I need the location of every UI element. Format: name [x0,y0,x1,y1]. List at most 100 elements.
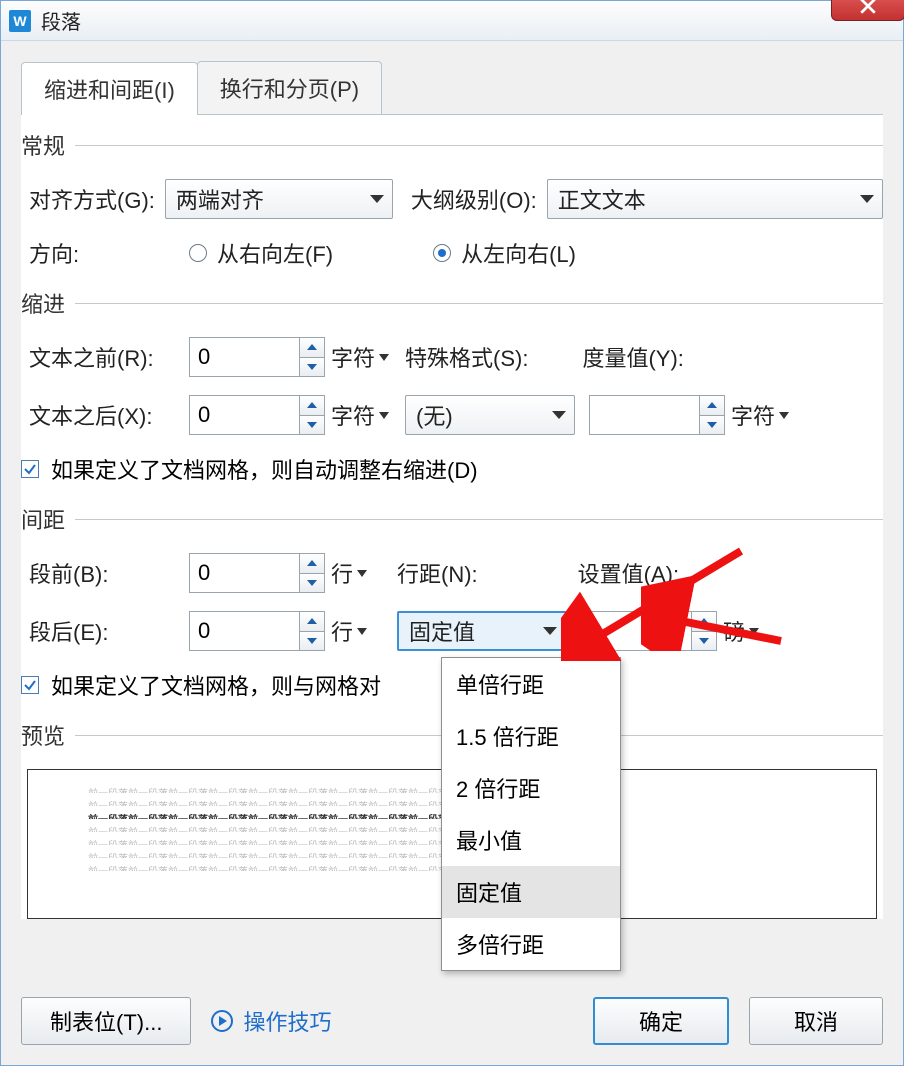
unit-line[interactable]: 行 [331,557,367,589]
chevron-down-icon [749,628,759,635]
indent-before-input[interactable] [189,337,299,377]
set-value-spinner[interactable] [581,611,717,651]
alignment-select[interactable]: 两端对齐 [165,179,393,219]
spin-up[interactable] [692,612,716,632]
radio-rtl[interactable]: 从右向左(F) [189,237,333,269]
measure-input[interactable] [589,395,699,435]
cancel-button[interactable]: 取消 [749,997,883,1045]
measure-spinner[interactable] [589,395,725,435]
legend-general: 常规 [21,129,883,161]
radio-icon [433,244,451,262]
ok-button[interactable]: 确定 [593,997,729,1045]
spacing-after-spinner[interactable] [189,611,325,651]
spin-up[interactable] [300,612,324,632]
window-title: 段落 [41,6,81,35]
indent-after-spinner[interactable] [189,395,325,435]
paragraph-dialog: W 段落 缩进和间距(I) 换行和分页(P) 常规 对齐方式(G): 两端对齐 [0,0,904,1066]
indent-before-spinner[interactable] [189,337,325,377]
line-spacing-select[interactable]: 固定值 [397,611,567,651]
tab-indent-spacing[interactable]: 缩进和间距(I) [21,62,198,115]
tab-page-break[interactable]: 换行和分页(P) [197,61,382,114]
unit-char[interactable]: 字符 [331,399,389,431]
chevron-down-icon [357,570,367,577]
special-select[interactable]: (无) [405,395,575,435]
check-snap-grid-label: 如果定义了文档网格，则与网格对 [51,669,381,701]
spin-down[interactable] [300,416,324,435]
spin-down[interactable] [700,416,724,435]
tips-link[interactable]: 操作技巧 [211,1005,331,1037]
spin-up[interactable] [300,554,324,574]
measure-label: 度量值(Y): [582,341,683,373]
alignment-value: 两端对齐 [176,183,264,215]
dropdown-option[interactable]: 2 倍行距 [442,762,620,814]
app-icon: W [9,10,31,32]
spin-down[interactable] [300,574,324,593]
legend-spacing: 间距 [21,503,883,535]
spin-down[interactable] [300,358,324,377]
check-auto-adjust[interactable]: 如果定义了文档网格，则自动调整右缩进(D) [21,453,883,485]
dropdown-option-selected[interactable]: 固定值 [442,866,620,918]
outline-value: 正文文本 [558,183,646,215]
spacing-after-label: 段后(E): [29,615,179,647]
indent-before-label: 文本之前(R): [29,341,179,373]
legend-indent: 缩进 [21,287,883,319]
titlebar: W 段落 [1,1,903,41]
tabs-button[interactable]: 制表位(T)... [21,997,191,1045]
alignment-label: 对齐方式(G): [29,183,155,215]
spin-down[interactable] [300,632,324,651]
outline-label: 大纲级别(O): [411,183,537,215]
special-value: (无) [416,399,453,431]
indent-after-input[interactable] [189,395,299,435]
radio-icon [189,244,207,262]
line-spacing-label: 行距(N): [397,557,478,589]
spacing-before-input[interactable] [189,553,299,593]
chevron-down-icon [379,412,389,419]
chevron-down-icon [357,628,367,635]
group-indent: 缩进 文本之前(R): 字符 特殊格式(S): 度量值(Y): 文本之后(X): [21,287,883,485]
legend-indent-text: 缩进 [21,287,65,319]
check-auto-adjust-label: 如果定义了文档网格，则自动调整右缩进(D) [51,453,478,485]
radio-ltr-label: 从左向右(L) [461,237,576,269]
spin-down[interactable] [692,632,716,651]
chevron-down-icon [779,412,789,419]
spin-up[interactable] [300,338,324,358]
chevron-down-icon [543,627,557,635]
spin-up[interactable] [700,396,724,416]
outline-select[interactable]: 正文文本 [547,179,883,219]
set-value-input[interactable] [581,611,691,651]
play-circle-icon [211,1010,233,1032]
chevron-down-icon [860,195,874,203]
unit-pt[interactable]: 磅 [723,615,759,647]
spin-up[interactable] [300,396,324,416]
legend-general-text: 常规 [21,129,65,161]
unit-char[interactable]: 字符 [731,399,789,431]
legend-spacing-text: 间距 [21,503,65,535]
radio-ltr[interactable]: 从左向右(L) [433,237,576,269]
close-icon [859,0,877,15]
line-spacing-dropdown[interactable]: 单倍行距 1.5 倍行距 2 倍行距 最小值 固定值 多倍行距 [441,657,621,971]
chevron-down-icon [552,411,566,419]
chevron-down-icon [379,354,389,361]
dropdown-option[interactable]: 最小值 [442,814,620,866]
dropdown-option[interactable]: 1.5 倍行距 [442,710,620,762]
unit-line[interactable]: 行 [331,615,367,647]
direction-label: 方向: [29,237,179,269]
tab-bar: 缩进和间距(I) 换行和分页(P) [21,61,883,115]
chevron-down-icon [370,195,384,203]
dropdown-option[interactable]: 多倍行距 [442,918,620,970]
checkbox-icon [21,460,39,478]
special-label: 特殊格式(S): [405,341,528,373]
unit-char[interactable]: 字符 [331,341,389,373]
checkbox-icon [21,676,39,694]
set-value-label: 设置值(A): [578,557,679,589]
indent-after-label: 文本之后(X): [29,399,179,431]
group-general: 常规 对齐方式(G): 两端对齐 大纲级别(O): 正文文本 方向: [21,129,883,269]
close-button[interactable] [831,0,904,21]
spacing-after-input[interactable] [189,611,299,651]
dropdown-option[interactable]: 单倍行距 [442,658,620,710]
line-spacing-value: 固定值 [409,615,475,647]
tips-label: 操作技巧 [243,1005,331,1037]
spacing-before-label: 段前(B): [29,557,179,589]
radio-rtl-label: 从右向左(F) [217,237,333,269]
spacing-before-spinner[interactable] [189,553,325,593]
